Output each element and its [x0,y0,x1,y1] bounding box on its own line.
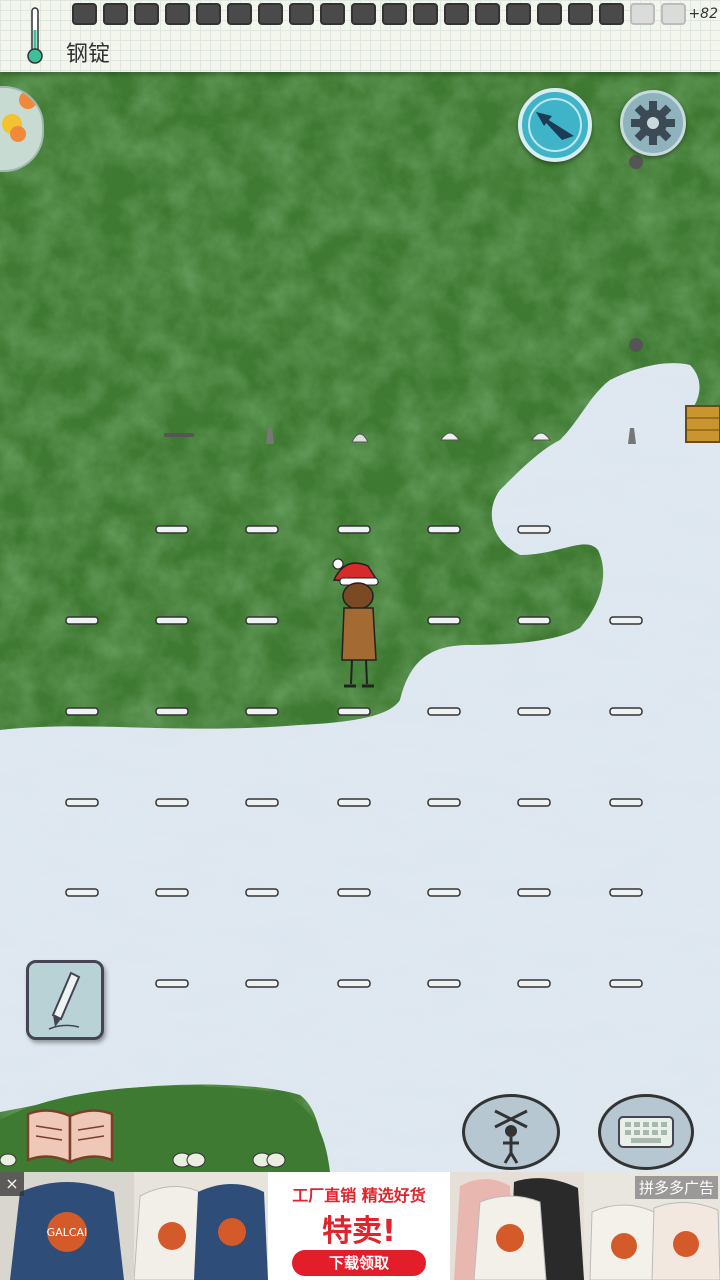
food-pip-full [475,3,500,25]
compass-icon [528,98,582,152]
rock-item [629,155,643,169]
pencil-icon [48,971,81,1030]
ad-promo[interactable]: 工厂直销 精选好货 特卖! 下载领取 [268,1172,450,1280]
food-pip-full [196,3,221,25]
food-pip-full [506,3,531,25]
food-pip-full [72,3,97,25]
yum-bonus: +82 [688,6,718,22]
food-pip-full [165,3,190,25]
ad-close-button[interactable]: × [0,1172,24,1196]
wooden-crate [685,405,720,443]
terrain-map[interactable] [0,0,720,1172]
top-status-bar: +82 钢锭 [0,0,720,72]
food-pip-full [258,3,283,25]
ad-product-image[interactable] [450,1172,584,1280]
ad-product-image[interactable] [134,1172,268,1280]
ad-headline: 特卖! [322,1214,396,1249]
puppet-icon [494,1109,528,1164]
svg-text:GALCAI: GALCAI [47,1226,88,1239]
food-pip-full [320,3,345,25]
food-pip-full [599,3,624,25]
food-pip-full [537,3,562,25]
ad-source-label: 拼多多广告 [634,1176,718,1199]
ad-tagline: 工厂直销 精选好货 [292,1186,426,1205]
chat-button[interactable] [598,1094,694,1170]
thermometer-icon [27,7,43,64]
compass-button[interactable] [518,88,592,162]
keyboard-icon [618,1116,674,1148]
food-pip-empty [630,3,655,25]
food-pip-full [413,3,438,25]
stick-item [164,433,194,437]
rock-item [629,338,643,352]
food-pip-full [351,3,376,25]
food-pip-full [382,3,407,25]
tech-tree-button[interactable] [24,1104,116,1168]
food-pip-full [289,3,314,25]
book-icon [26,1109,114,1164]
settings-button[interactable] [620,90,686,156]
food-pip-full [103,3,128,25]
food-pip-full [444,3,469,25]
ad-download-button[interactable]: 下载领取 [292,1250,426,1276]
puppet-button[interactable] [462,1094,560,1170]
food-pip-full [227,3,252,25]
gear-icon [631,101,675,145]
held-item-label: 钢锭 [66,42,111,67]
food-pip-empty [661,3,686,25]
game-world[interactable] [0,0,720,1172]
food-meter [72,3,686,25]
food-pip-full [134,3,159,25]
note-button[interactable] [26,960,104,1040]
food-pip-full [568,3,593,25]
